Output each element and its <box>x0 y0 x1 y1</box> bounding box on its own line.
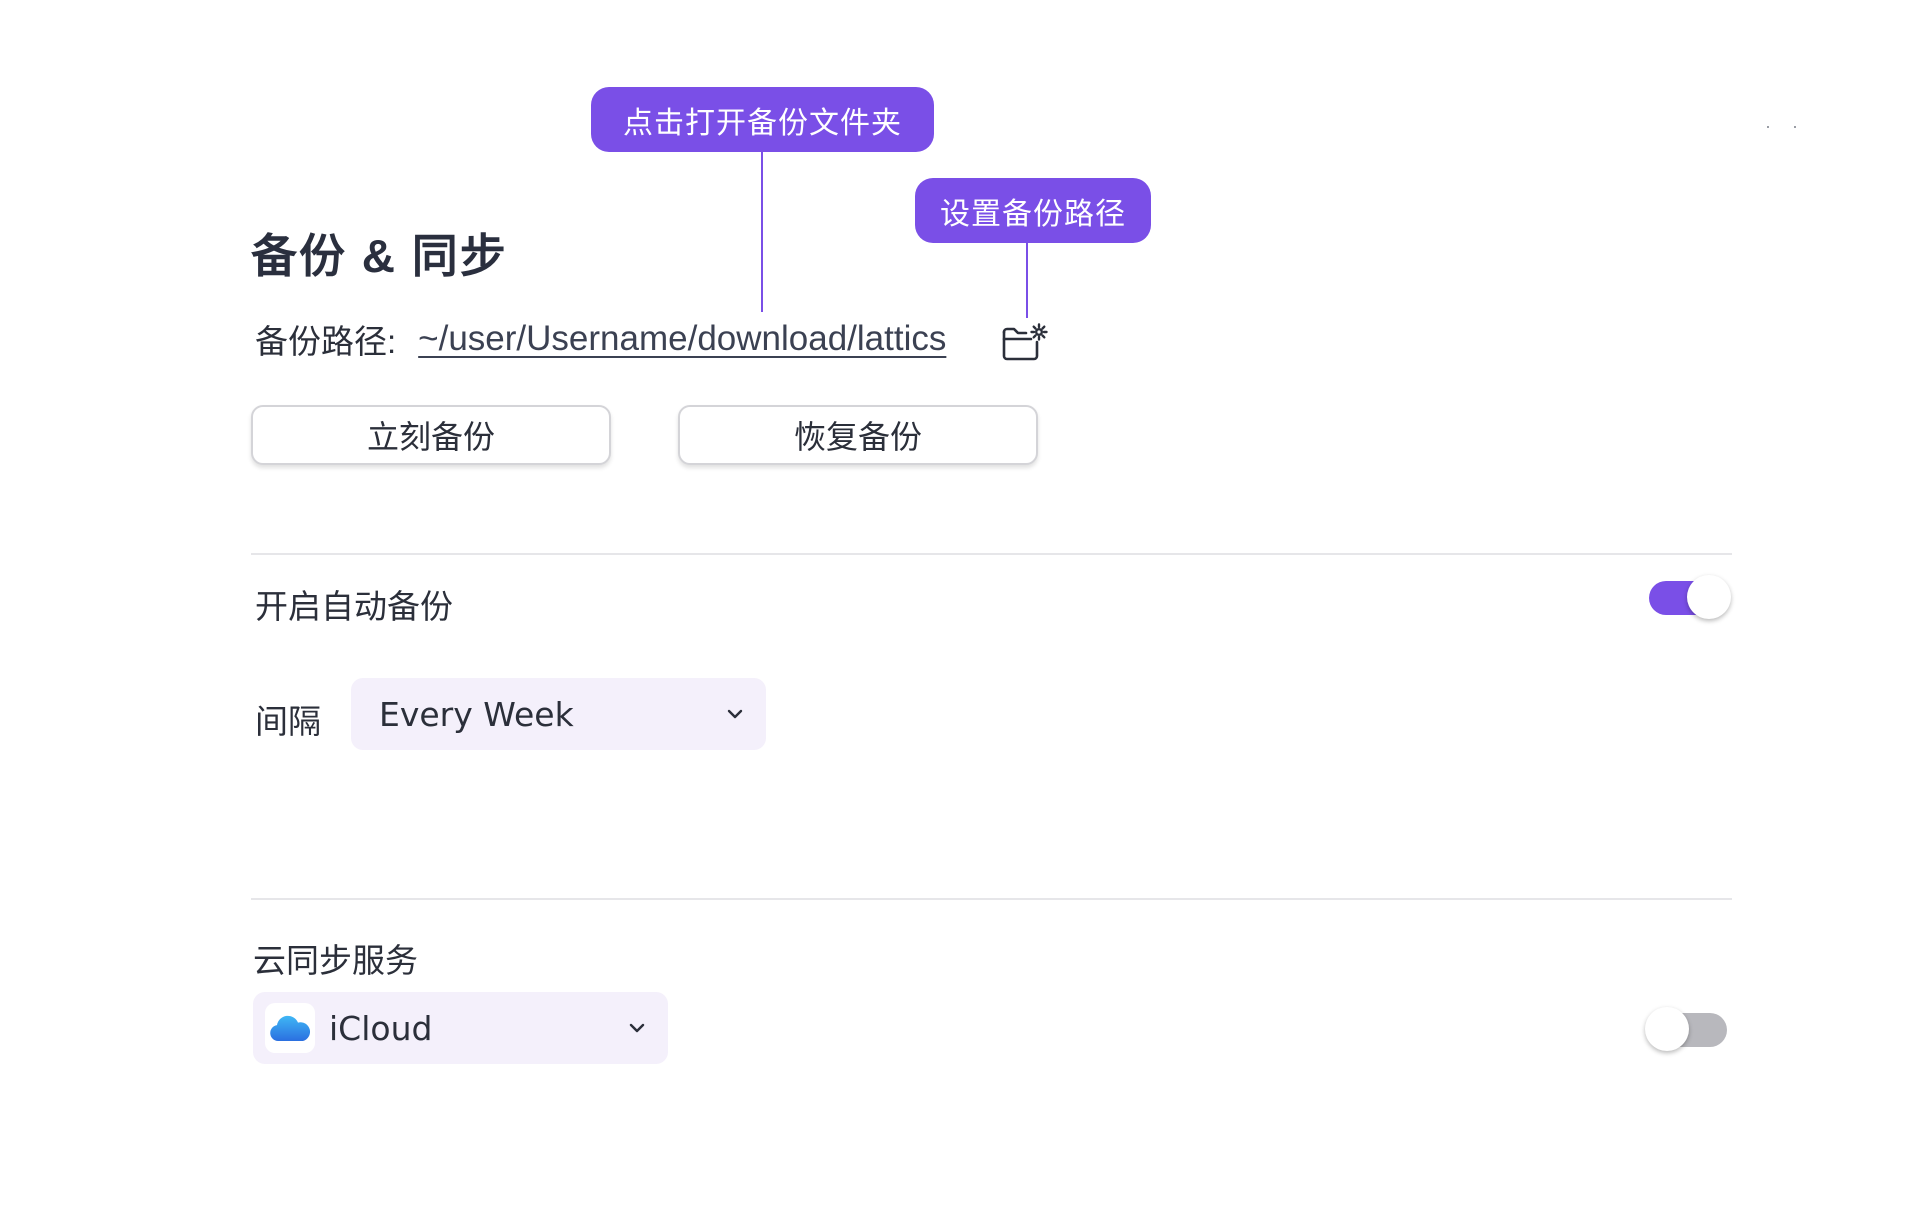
cloud-sync-label: 云同步服务 <box>253 942 418 979</box>
set-path-callout-text: 设置备份路径 <box>940 197 1126 231</box>
interval-select[interactable]: Every Week <box>351 678 766 750</box>
backup-path-row: 备份路径: ~/user/Username/download/lattics <box>255 314 954 364</box>
restore-backup-label: 恢复备份 <box>793 418 922 456</box>
icloud-icon <box>265 1003 315 1053</box>
backup-now-label: 立刻备份 <box>366 418 495 456</box>
set-path-callout: 设置备份路径 <box>915 178 1151 243</box>
auto-backup-label: 开启自动备份 <box>255 588 453 625</box>
page-title: 备份 & 同步 <box>251 230 508 282</box>
chevron-down-icon <box>629 1023 645 1033</box>
divider <box>251 898 1732 900</box>
toggle-knob <box>1645 1007 1689 1051</box>
open-folder-callout-text: 点击打开备份文件夹 <box>623 106 902 140</box>
backup-path-link[interactable]: ~/user/Username/download/lattics <box>410 319 954 359</box>
interval-select-value: Every Week <box>379 694 574 734</box>
divider <box>251 553 1732 555</box>
restore-backup-button[interactable]: 恢复备份 <box>678 405 1038 465</box>
cloud-sync-toggle[interactable] <box>1645 1007 1727 1051</box>
backup-now-button[interactable]: 立刻备份 <box>251 405 611 465</box>
cloud-service-value: iCloud <box>329 1008 433 1048</box>
corner-dots: · · <box>1765 116 1806 136</box>
backup-path-label: 备份路径: <box>255 323 397 360</box>
cloud-service-select[interactable]: iCloud <box>253 992 668 1064</box>
folder-settings-icon[interactable] <box>1000 322 1048 362</box>
chevron-down-icon <box>727 709 743 719</box>
auto-backup-toggle[interactable] <box>1649 575 1731 619</box>
set-path-callout-line <box>1026 243 1028 318</box>
interval-label: 间隔 <box>255 703 321 740</box>
open-folder-callout: 点击打开备份文件夹 <box>591 87 934 152</box>
toggle-knob <box>1687 575 1731 619</box>
open-folder-callout-line <box>761 152 763 312</box>
